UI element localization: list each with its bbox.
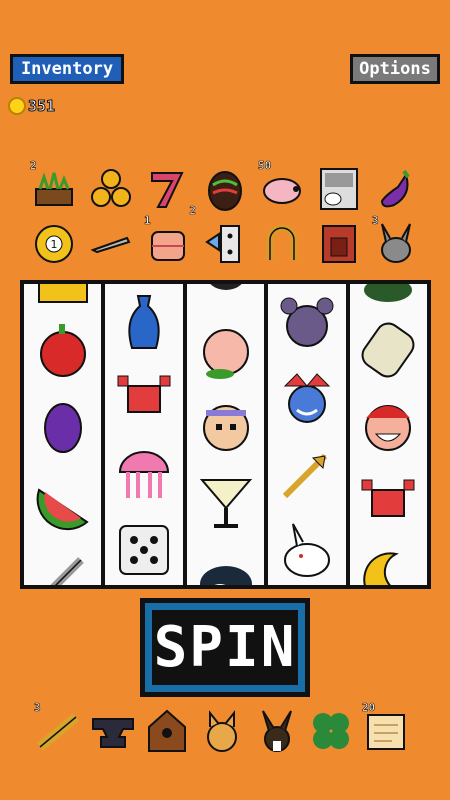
- spin-button[interactable]: SPIN: [140, 598, 310, 697]
- peach-icon: [194, 318, 258, 382]
- shell-icon: [356, 284, 420, 306]
- scroll-icon[interactable]: 20: [362, 701, 410, 755]
- apple-icon: [31, 318, 95, 382]
- options-button[interactable]: Options: [350, 54, 440, 84]
- coin-icon: [8, 97, 26, 115]
- dominoes-icon[interactable]: [201, 220, 249, 268]
- spin-label: SPIN: [152, 610, 298, 685]
- rabbit-card-icon[interactable]: [315, 165, 363, 213]
- reel-1: [24, 284, 102, 585]
- crab-icon: [112, 366, 176, 430]
- item-row-1: 2 2 50: [30, 159, 420, 217]
- vase-icon: [112, 290, 176, 354]
- anvil-icon[interactable]: [89, 707, 137, 755]
- item-row-2: 1 1 3: [30, 214, 420, 270]
- birdhouse-icon[interactable]: [143, 707, 191, 755]
- eggplant-icon[interactable]: [372, 165, 420, 213]
- dice-icon: [112, 518, 176, 582]
- planter-icon[interactable]: 2: [30, 159, 78, 213]
- four-leaf-clover-icon[interactable]: [307, 707, 355, 755]
- svg-text:1: 1: [51, 238, 58, 251]
- coin-counter: 351: [8, 97, 56, 116]
- rabbit-icon: [275, 518, 339, 582]
- reel-3: [186, 284, 265, 585]
- donkey-icon[interactable]: 3: [372, 214, 420, 268]
- spyglass-icon[interactable]: 3: [34, 701, 82, 755]
- jellyfish-icon: [112, 442, 176, 506]
- slot-reels: [20, 280, 431, 589]
- reel-2: [105, 284, 183, 585]
- reel-5: [349, 284, 428, 585]
- seed-icon: [356, 318, 420, 382]
- sword-icon: [31, 546, 95, 585]
- orca-icon: [194, 546, 258, 585]
- knife-icon[interactable]: [87, 220, 135, 268]
- coin-amount: 351: [27, 97, 56, 116]
- cheese-icon: [31, 284, 95, 306]
- monk-face-icon: [194, 394, 258, 458]
- reel-4: [268, 284, 346, 585]
- horseshoe-icon[interactable]: [258, 220, 306, 268]
- lucky-seven-icon[interactable]: 2: [144, 165, 196, 217]
- plum-icon: [31, 394, 95, 458]
- piggy-bank-icon[interactable]: 50: [258, 159, 306, 213]
- martini-icon: [194, 470, 258, 534]
- chocolate-egg-icon[interactable]: [201, 165, 249, 213]
- bug-icon: [194, 284, 258, 298]
- jester-icon: [275, 366, 339, 430]
- rabbit-head-icon[interactable]: [253, 707, 301, 755]
- watermelon-icon: [31, 470, 95, 534]
- cat-icon[interactable]: [198, 707, 246, 755]
- crab-icon: [356, 470, 420, 534]
- inventory-button[interactable]: Inventory: [10, 54, 124, 84]
- bread-icon[interactable]: 1: [144, 214, 192, 268]
- arrow-icon: [275, 442, 339, 506]
- moon-icon: [356, 546, 420, 585]
- shrine-icon[interactable]: [315, 220, 363, 268]
- clown-face-icon: [356, 394, 420, 458]
- bottom-item-row: 3 20: [34, 701, 410, 755]
- mouse-icon: [275, 290, 339, 354]
- billiard-ball-icon[interactable]: 1: [30, 220, 78, 268]
- gold-coins-icon[interactable]: [87, 165, 135, 213]
